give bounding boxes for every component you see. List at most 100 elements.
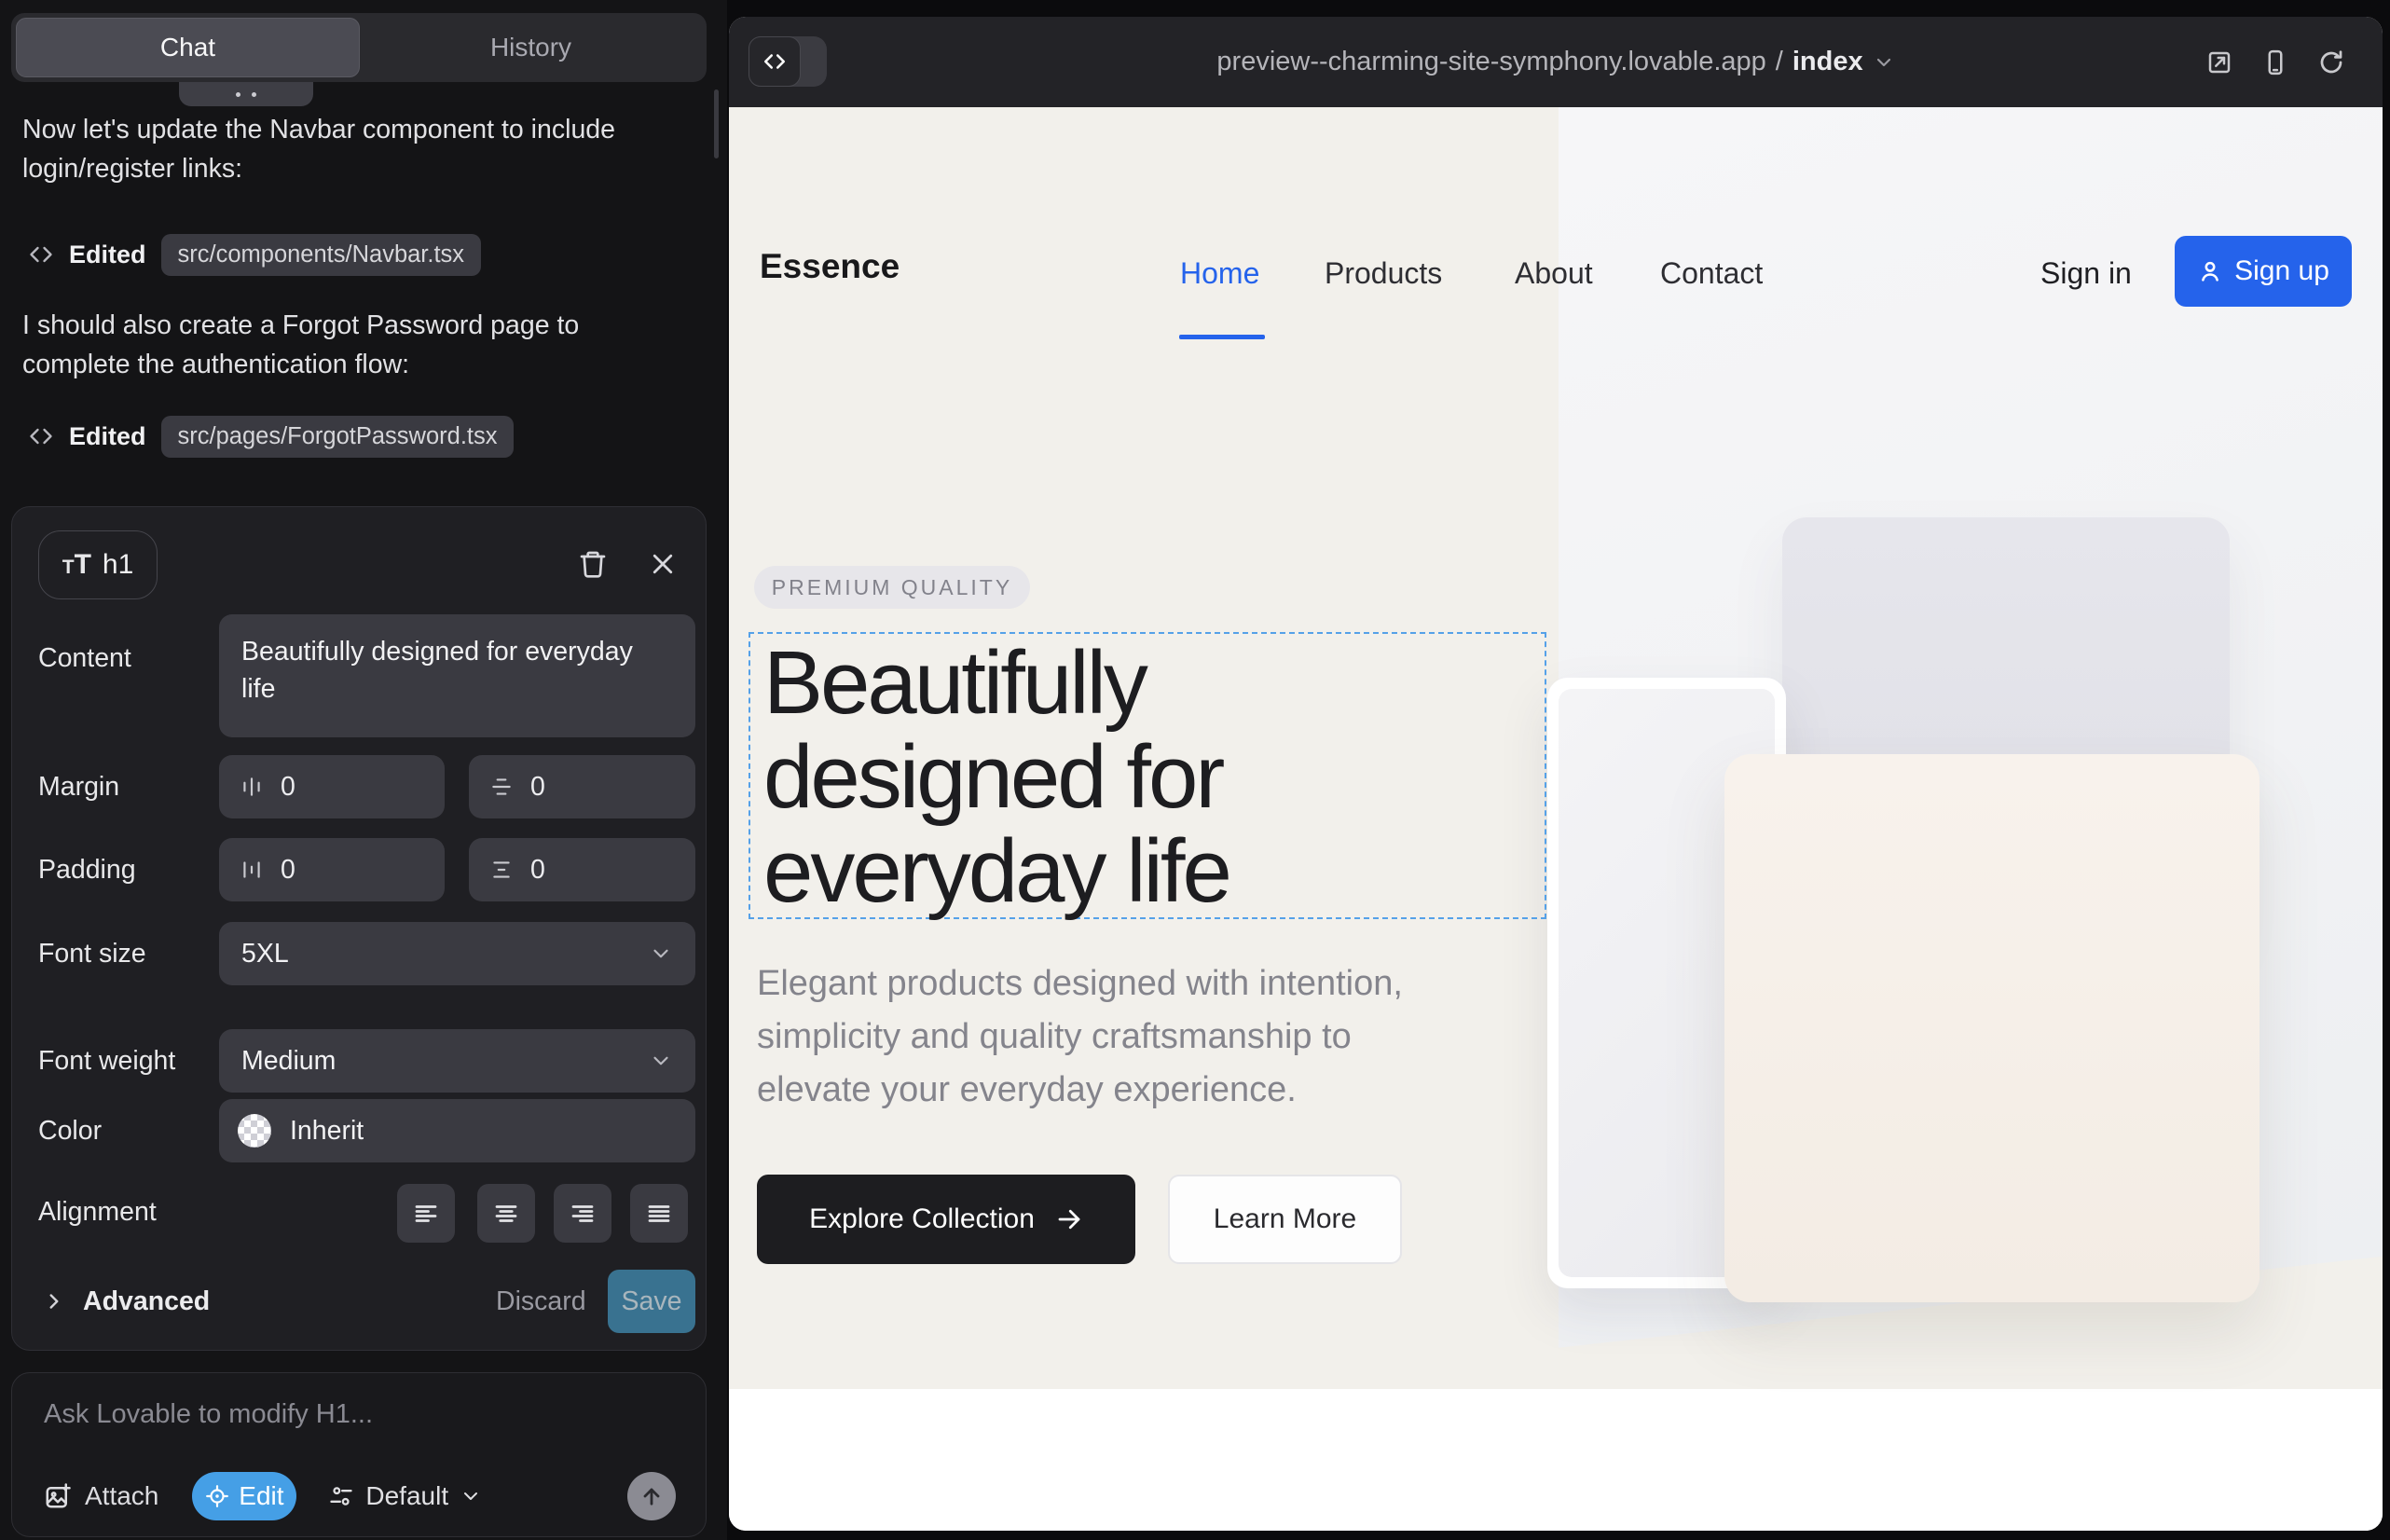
align-left-button[interactable] <box>397 1184 455 1243</box>
sliders-icon <box>328 1483 354 1509</box>
preview-url-separator: / <box>1776 47 1783 77</box>
user-icon <box>2197 258 2223 284</box>
edited-file-chip[interactable]: src/pages/ForgotPassword.tsx <box>161 416 515 458</box>
padding-label: Padding <box>38 855 136 886</box>
nav-link-contact[interactable]: Contact <box>1660 253 1763 294</box>
content-label: Content <box>38 643 131 674</box>
premium-quality-badge: PREMIUM QUALITY <box>754 566 1030 609</box>
font-weight-label: Font weight <box>38 1046 175 1077</box>
close-editor-button[interactable] <box>642 543 683 584</box>
edited-file-chip[interactable]: src/components/Navbar.tsx <box>161 234 482 276</box>
align-center-icon <box>492 1200 520 1228</box>
edited-label: Edited <box>69 241 146 269</box>
site-logo[interactable]: Essence <box>760 247 900 286</box>
preview-window: preview--charming-site-symphony.lovable.… <box>729 17 2383 1531</box>
preview-url-bar[interactable]: preview--charming-site-symphony.lovable.… <box>729 17 2383 107</box>
explore-collection-button[interactable]: Explore Collection <box>757 1175 1135 1264</box>
sign-up-button[interactable]: Sign up <box>2175 236 2352 307</box>
font-size-label: Font size <box>38 939 146 969</box>
chat-scrollbar[interactable] <box>714 89 719 158</box>
tab-history[interactable]: History <box>360 18 702 77</box>
color-swatch <box>238 1114 271 1148</box>
edited-file-row[interactable]: Edited src/components/Navbar.tsx <box>28 233 481 276</box>
padding-y-input[interactable]: 0 <box>469 838 695 901</box>
preview-site: Essence Home Products About Contact Sign… <box>729 107 2383 1531</box>
align-center-button[interactable] <box>477 1184 535 1243</box>
margin-x-input[interactable]: 0 <box>219 755 445 818</box>
active-nav-underline <box>1179 335 1265 339</box>
content-input[interactable]: Beautifully designed for everyday life <box>219 614 695 737</box>
code-icon <box>28 241 54 268</box>
margin-label: Margin <box>38 772 119 803</box>
edit-target-icon <box>205 1484 229 1508</box>
chat-message: I should also create a Forgot Password p… <box>22 306 656 384</box>
font-size-select[interactable]: 5XL <box>219 922 695 985</box>
nav-link-about[interactable]: About <box>1515 253 1593 294</box>
refresh-button[interactable] <box>2317 48 2345 76</box>
preview-url-page: index <box>1792 47 1863 77</box>
sign-in-link[interactable]: Sign in <box>2040 253 2132 294</box>
close-icon <box>649 550 677 578</box>
delete-element-button[interactable] <box>572 543 613 584</box>
external-link-icon <box>2205 48 2233 76</box>
margin-x-icon <box>240 775 264 799</box>
trash-icon <box>578 549 608 579</box>
chat-composer[interactable]: Ask Lovable to modify H1... Attach Edit … <box>11 1372 707 1537</box>
font-weight-select[interactable]: Medium <box>219 1029 695 1093</box>
color-label: Color <box>38 1116 102 1147</box>
padding-x-input[interactable]: 0 <box>219 838 445 901</box>
attach-button[interactable]: Attach <box>44 1481 158 1511</box>
model-default-dropdown[interactable]: Default <box>328 1481 482 1511</box>
tab-chat[interactable]: Chat <box>16 18 360 77</box>
chat-message: Now let's update the Navbar component to… <box>22 110 656 188</box>
preview-chrome-bar: preview--charming-site-symphony.lovable.… <box>729 17 2383 107</box>
chevron-down-icon <box>649 942 673 966</box>
type-icon: TT <box>62 549 91 581</box>
save-button[interactable]: Save <box>608 1270 695 1333</box>
align-right-button[interactable] <box>554 1184 611 1243</box>
element-tag-name: h1 <box>103 549 133 581</box>
element-editor-panel: TT h1 Content Beautifully designed for e… <box>11 506 707 1351</box>
preview-chrome-actions <box>2205 17 2345 107</box>
align-justify-icon <box>645 1200 673 1228</box>
send-button[interactable] <box>627 1472 676 1520</box>
selected-h1-outline[interactable]: Beautifully designed for everyday life <box>749 632 1546 919</box>
chevron-down-icon <box>649 1049 673 1073</box>
hero-paragraph: Elegant products designed with intention… <box>757 957 1403 1117</box>
discard-button[interactable]: Discard <box>496 1286 586 1317</box>
scrolled-chip <box>179 82 313 106</box>
attach-image-icon <box>44 1482 72 1510</box>
hero-cta-row: Explore Collection Learn More <box>757 1175 1402 1264</box>
composer-placeholder[interactable]: Ask Lovable to modify H1... <box>44 1399 373 1430</box>
advanced-toggle[interactable]: Advanced <box>42 1279 210 1324</box>
decor-card-cream <box>1724 754 2260 1302</box>
margin-y-input[interactable]: 0 <box>469 755 695 818</box>
learn-more-button[interactable]: Learn More <box>1168 1175 1402 1264</box>
send-arrow-icon <box>639 1483 665 1509</box>
align-left-icon <box>412 1200 440 1228</box>
arrow-right-icon <box>1055 1205 1083 1233</box>
mobile-icon <box>2261 48 2289 76</box>
preview-url-domain: preview--charming-site-symphony.lovable.… <box>1216 47 1765 77</box>
nav-link-products[interactable]: Products <box>1325 253 1442 294</box>
align-right-icon <box>569 1200 597 1228</box>
chat-sidebar: Chat History Now let's update the Navbar… <box>0 0 727 1540</box>
chevron-down-icon <box>460 1485 482 1507</box>
padding-x-icon <box>240 858 264 882</box>
alignment-label: Alignment <box>38 1197 157 1228</box>
color-select[interactable]: Inherit <box>219 1099 695 1162</box>
open-external-button[interactable] <box>2205 48 2233 76</box>
chevron-down-icon <box>1873 51 1895 74</box>
hero-headline: Beautifully designed for everyday life <box>763 636 1229 918</box>
refresh-icon <box>2317 48 2345 76</box>
chevron-right-icon <box>42 1289 66 1313</box>
margin-y-icon <box>489 775 514 799</box>
code-icon <box>28 423 54 449</box>
nav-link-home[interactable]: Home <box>1180 253 1259 294</box>
element-tag-badge: TT h1 <box>38 530 158 599</box>
mobile-view-button[interactable] <box>2261 48 2289 76</box>
edited-file-row[interactable]: Edited src/pages/ForgotPassword.tsx <box>28 415 514 458</box>
align-justify-button[interactable] <box>630 1184 688 1243</box>
edited-label: Edited <box>69 422 146 451</box>
edit-mode-button[interactable]: Edit <box>192 1472 296 1520</box>
